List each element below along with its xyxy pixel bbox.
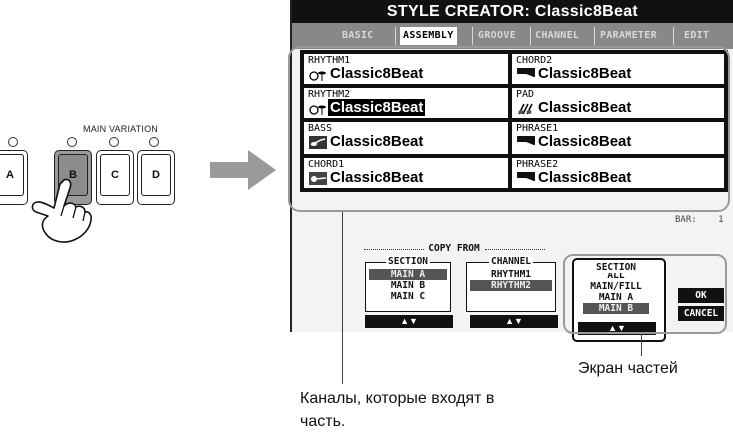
- tab-groove[interactable]: GROOVE: [478, 27, 516, 45]
- tab-assembly[interactable]: ASSEMBLY: [400, 27, 457, 45]
- list-item[interactable]: MAIN A: [369, 269, 447, 280]
- tab-separator: [673, 27, 674, 45]
- led-indicator-d: [149, 137, 159, 147]
- tab-separator: [472, 27, 473, 45]
- tab-channel[interactable]: CHANNEL: [535, 27, 579, 45]
- button-a-label: A: [6, 169, 14, 181]
- copy-channel-title: CHANNEL: [488, 256, 534, 267]
- main-variation-button-a[interactable]: A: [0, 150, 28, 205]
- channels-caption-line2: часть.: [300, 413, 346, 430]
- channels-caption-line1: Каналы, которые входят в: [300, 390, 495, 407]
- parts-screen-caption: Экран частей: [578, 360, 678, 377]
- bar-value: 1: [718, 215, 724, 225]
- right-arrow-icon: [210, 150, 276, 190]
- pressing-hand-icon: [31, 178, 92, 243]
- screen-title: STYLE CREATOR: Classic8Beat: [292, 0, 733, 23]
- tab-separator: [530, 27, 531, 45]
- copy-channel-list[interactable]: CHANNEL RHYTHM1 RHYTHM2: [466, 256, 556, 312]
- bar-label: BAR:: [675, 215, 697, 225]
- copy-section-updown-button[interactable]: ▲▼: [365, 315, 453, 328]
- channels-highlight-frame: [288, 46, 730, 212]
- parts-screen-highlight-frame: [563, 254, 727, 334]
- list-item[interactable]: MAIN B: [366, 280, 450, 291]
- copy-channel-updown-button[interactable]: ▲▼: [470, 315, 558, 328]
- main-variation-button-d[interactable]: D: [137, 150, 175, 205]
- tab-separator: [594, 27, 595, 45]
- main-variation-button-c[interactable]: C: [96, 150, 134, 205]
- list-item[interactable]: RHYTHM1: [467, 269, 555, 280]
- led-indicator-b: [67, 137, 77, 147]
- tab-basic[interactable]: BASIC: [342, 27, 374, 45]
- tab-parameter[interactable]: PARAMETER: [600, 27, 657, 45]
- button-c-label: C: [111, 169, 119, 181]
- parts-screen-callout-line: [641, 334, 642, 356]
- button-d-label: D: [152, 169, 160, 181]
- tab-separator: [395, 27, 396, 45]
- copy-from-rule-right: [485, 249, 545, 250]
- tab-edit[interactable]: EDIT: [684, 27, 709, 45]
- channels-callout-line: [342, 212, 343, 384]
- copy-section-list[interactable]: SECTION MAIN A MAIN B MAIN C: [365, 256, 451, 312]
- list-item[interactable]: RHYTHM2: [470, 280, 552, 291]
- list-item[interactable]: MAIN C: [366, 291, 450, 302]
- led-indicator-c: [109, 137, 119, 147]
- led-indicator-a: [8, 137, 18, 147]
- main-variation-label: MAIN VARIATION: [83, 124, 158, 134]
- copy-section-title: SECTION: [385, 256, 431, 267]
